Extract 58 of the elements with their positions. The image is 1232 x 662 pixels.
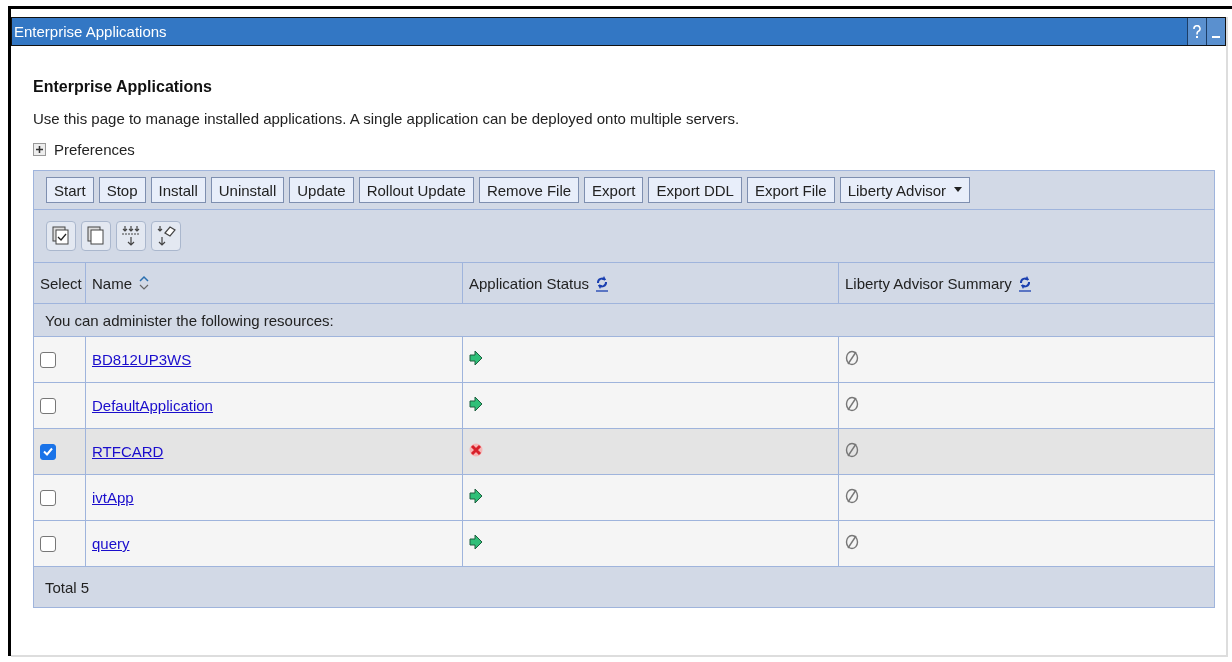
not-available-icon: [845, 488, 859, 504]
application-link[interactable]: query: [92, 535, 130, 552]
not-available-icon: [845, 442, 859, 458]
application-link[interactable]: DefaultApplication: [92, 397, 213, 414]
minimize-icon: [1212, 35, 1220, 38]
deselect-all-icon: [87, 226, 105, 246]
checkbox[interactable]: [40, 397, 56, 414]
clear-filter-icon: [156, 225, 176, 247]
application-link[interactable]: BD812UP3WS: [92, 351, 192, 368]
application-link[interactable]: RTFCARD: [92, 443, 164, 460]
filter-icon: [121, 225, 141, 247]
checkbox[interactable]: [40, 535, 56, 552]
toolbar-button[interactable]: Export File: [746, 177, 835, 203]
toolbar-button[interactable]: Uninstall: [210, 177, 285, 203]
window-title: Enterprise Applications: [13, 23, 167, 40]
page-heading: Enterprise Applications: [33, 78, 213, 96]
toolbar-button[interactable]: Rollout Update: [358, 177, 474, 203]
clear-filter-button[interactable]: [151, 221, 181, 251]
help-button[interactable]: [1187, 18, 1206, 45]
toolbar-button[interactable]: Install: [150, 177, 206, 203]
x-mark-icon: [469, 442, 483, 458]
column-header: Liberty Advisor Summary: [845, 274, 1012, 292]
column-header: Select: [40, 274, 82, 292]
checkbox[interactable]: [40, 443, 56, 460]
column-header[interactable]: Name: [92, 274, 132, 292]
total-count: Total 5: [45, 578, 90, 596]
toolbar-button[interactable]: Export: [584, 177, 644, 203]
page-description: Use this page to manage installed applications. A single application can be deployed onto multiple servers.: [33, 110, 741, 127]
select-all-icon: [52, 226, 70, 246]
not-available-icon: [845, 396, 859, 412]
filter-button[interactable]: [116, 221, 146, 251]
checkbox[interactable]: [40, 489, 56, 506]
refresh-icon[interactable]: [1017, 274, 1032, 292]
dropdown-button[interactable]: Liberty Advisor: [839, 177, 971, 203]
application-link[interactable]: ivtApp: [92, 489, 134, 506]
arrow-right-icon: [469, 350, 483, 366]
sort-icon[interactable]: [138, 275, 150, 291]
minimize-button[interactable]: [1206, 18, 1225, 45]
checkbox[interactable]: [40, 351, 56, 368]
preferences-toggle[interactable]: Preferences: [54, 141, 135, 158]
help-icon: [1193, 24, 1201, 39]
toolbar-button[interactable]: Update: [289, 177, 354, 203]
caret-icon: [954, 187, 963, 193]
expand-icon[interactable]: [33, 143, 46, 156]
arrow-right-icon: [469, 534, 483, 550]
not-available-icon: [845, 350, 859, 366]
deselect-all-button[interactable]: [81, 221, 111, 251]
column-header: Application Status: [469, 274, 590, 292]
info-text: You can administer the following resources:: [45, 311, 334, 329]
arrow-right-icon: [469, 488, 483, 504]
not-available-icon: [845, 534, 859, 550]
toolbar-button[interactable]: Remove File: [478, 177, 580, 203]
toolbar-button[interactable]: Export DDL: [648, 177, 742, 203]
toolbar-button[interactable]: Start: [46, 177, 94, 203]
arrow-right-icon: [469, 396, 483, 412]
select-all-button[interactable]: [46, 221, 76, 251]
refresh-icon[interactable]: [595, 274, 610, 292]
toolbar-button[interactable]: Stop: [98, 177, 146, 203]
